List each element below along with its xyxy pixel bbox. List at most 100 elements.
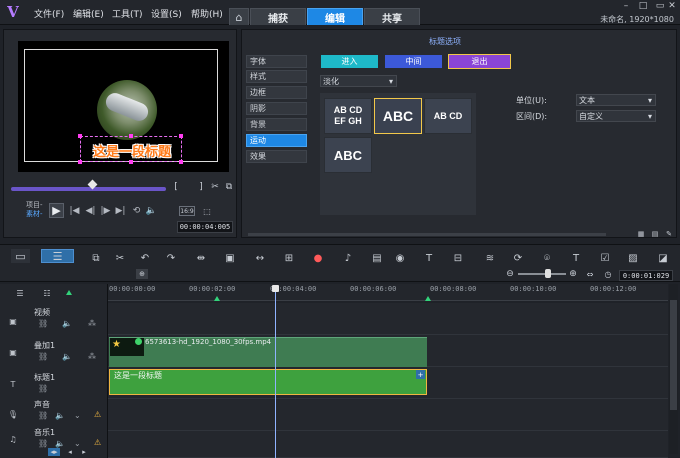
resize-handle[interactable] bbox=[129, 160, 133, 164]
split-icon[interactable]: ✂ bbox=[210, 182, 220, 192]
subtitle-icon[interactable]: ▤ bbox=[368, 250, 386, 266]
unit-select[interactable]: 文本 ▾ bbox=[576, 94, 656, 106]
link-icon[interactable]: ⛓ bbox=[38, 411, 48, 420]
link-icon[interactable]: ⛓ bbox=[38, 439, 48, 448]
expand-icon[interactable]: ⌄ bbox=[74, 439, 81, 448]
volume-icon[interactable]: 🔈 bbox=[55, 439, 65, 448]
overlay-title-text[interactable]: 这是一段标题 bbox=[84, 140, 180, 160]
cue-marker[interactable] bbox=[214, 296, 220, 301]
prev-frame-icon[interactable]: ◀| bbox=[84, 204, 97, 217]
scrollbar-thumb[interactable] bbox=[670, 300, 677, 410]
middle-button[interactable]: 中间 bbox=[385, 55, 442, 68]
panel-edit-icon[interactable]: ✎ bbox=[664, 230, 674, 238]
color-icon[interactable]: ◉ bbox=[391, 250, 409, 266]
preset-tile-selected[interactable]: ABC bbox=[374, 98, 422, 134]
template-icon[interactable]: ◪ bbox=[654, 250, 672, 266]
volume-icon[interactable]: 🔈 bbox=[62, 352, 72, 361]
storyboard-view-icon[interactable]: ▭ bbox=[11, 249, 30, 263]
expand-icon[interactable]: ⌄ bbox=[74, 411, 81, 420]
resize-handle[interactable] bbox=[78, 160, 82, 164]
mask-icon[interactable]: ▨ bbox=[624, 250, 642, 266]
undo-icon[interactable]: ↶ bbox=[136, 250, 154, 266]
cue-marker[interactable] bbox=[425, 296, 431, 301]
maximize-icon[interactable]: □ bbox=[637, 1, 649, 11]
tab-share[interactable]: 共享 bbox=[364, 8, 420, 25]
effect-select[interactable]: 淡化 ▾ bbox=[320, 75, 397, 87]
add-marker-icon[interactable] bbox=[66, 290, 72, 295]
enlarge-icon[interactable]: ⧉ bbox=[224, 182, 234, 192]
option-tab-border[interactable]: 边框 bbox=[246, 86, 307, 99]
resize-handle[interactable] bbox=[78, 134, 82, 138]
grid-icon[interactable]: ⊟ bbox=[449, 250, 467, 266]
panel-list-icon[interactable]: ▤ bbox=[650, 230, 660, 238]
fit-project-icon[interactable]: ⇔ bbox=[585, 269, 595, 279]
check-icon[interactable]: ☑ bbox=[596, 250, 614, 266]
resize-handle[interactable] bbox=[179, 134, 183, 138]
tab-capture[interactable]: 捕获 bbox=[250, 8, 306, 25]
track-row-voice[interactable] bbox=[108, 399, 668, 431]
home-frame-icon[interactable]: |◀ bbox=[68, 204, 81, 217]
menu-settings[interactable]: 设置(S) bbox=[151, 7, 182, 20]
image-icon[interactable]: ▣ bbox=[221, 250, 239, 266]
clip-attribute-icon[interactable]: + bbox=[416, 370, 425, 379]
preset-tile[interactable]: AB CD bbox=[424, 98, 472, 134]
link-icon[interactable]: ⛓ bbox=[38, 384, 48, 393]
preset-tile[interactable]: AB CD EF GH bbox=[324, 98, 372, 134]
add-track-icon[interactable]: ⊕ bbox=[136, 269, 148, 279]
timeline-view-icon[interactable]: ☰ bbox=[41, 249, 74, 263]
option-tab-motion[interactable]: 运动 bbox=[246, 134, 307, 147]
volume-icon[interactable]: 🔈 bbox=[55, 411, 65, 420]
mark-out-icon[interactable]: ] bbox=[196, 182, 206, 192]
timeline-timecode[interactable]: 0:00:01:029 bbox=[619, 270, 673, 281]
menu-help[interactable]: 帮助(H) bbox=[191, 7, 223, 20]
project-mode-label[interactable]: 项目- bbox=[26, 201, 43, 210]
track-row-video[interactable] bbox=[108, 303, 668, 335]
enter-button[interactable]: 进入 bbox=[321, 55, 378, 68]
menu-file[interactable]: 文件(F) bbox=[34, 7, 64, 20]
preview-scrubber[interactable] bbox=[11, 187, 166, 191]
track-scroll-left-icon[interactable]: ◂▸ bbox=[48, 448, 60, 456]
option-tab-background[interactable]: 背景 bbox=[246, 118, 307, 131]
aspect-ratio-button[interactable]: 16:9 bbox=[179, 206, 195, 216]
zoom-out-icon[interactable]: ⊖ bbox=[505, 269, 515, 279]
track-list-icon[interactable]: ☰ bbox=[14, 288, 26, 298]
audio-wave-icon[interactable]: ♪ bbox=[339, 250, 357, 266]
zoom-slider[interactable] bbox=[518, 273, 566, 275]
zoom-slider-knob[interactable] bbox=[545, 269, 551, 278]
home-tab[interactable]: ⌂ bbox=[229, 8, 249, 25]
option-tab-style[interactable]: 样式 bbox=[246, 70, 307, 83]
link-icon[interactable]: ⛓ bbox=[38, 352, 48, 361]
fit-icon[interactable]: ⇹ bbox=[192, 250, 210, 266]
duration-select[interactable]: 自定义 ▾ bbox=[576, 110, 656, 122]
overlay-photo[interactable] bbox=[97, 80, 157, 140]
tab-edit[interactable]: 编辑 bbox=[307, 8, 363, 25]
link-icon[interactable]: ⛓ bbox=[38, 319, 48, 328]
scroll-left-icon[interactable]: ◂ bbox=[66, 448, 74, 456]
resize-handle[interactable] bbox=[179, 160, 183, 164]
menu-tools[interactable]: 工具(T) bbox=[112, 7, 143, 20]
ripple-edit-icon[interactable]: ⁂ bbox=[88, 352, 96, 361]
camera-icon[interactable]: ⌾ bbox=[538, 250, 556, 266]
option-tab-shadow[interactable]: 阴影 bbox=[246, 102, 307, 115]
options-scrollbar[interactable] bbox=[248, 233, 606, 236]
track-manager-icon[interactable]: ⧉ bbox=[87, 250, 105, 266]
next-frame-icon[interactable]: |▶ bbox=[99, 204, 112, 217]
play-button[interactable]: ▶ bbox=[49, 203, 64, 218]
option-tab-font[interactable]: 字体 bbox=[246, 55, 307, 68]
volume-icon[interactable]: 🔈 bbox=[145, 204, 158, 217]
restore-icon[interactable]: ▭ bbox=[654, 1, 666, 11]
preset-tile[interactable]: ABC bbox=[324, 137, 372, 173]
panel-grid-icon[interactable]: ▦ bbox=[636, 230, 646, 238]
crop-icon[interactable]: ⬚ bbox=[200, 206, 214, 216]
mark-in-icon[interactable]: [ bbox=[171, 182, 181, 192]
track-row-music[interactable] bbox=[108, 431, 668, 458]
playhead-handle[interactable] bbox=[272, 285, 279, 292]
redo-icon[interactable]: ↷ bbox=[162, 250, 180, 266]
repeat-icon[interactable]: ⟲ bbox=[130, 204, 143, 217]
option-tab-effect[interactable]: 效果 bbox=[246, 150, 307, 163]
3d-title-icon[interactable]: T bbox=[567, 250, 585, 266]
record-icon[interactable]: ● bbox=[309, 250, 327, 266]
exit-button[interactable]: 退出 bbox=[448, 54, 511, 69]
track-options-icon[interactable]: ☷ bbox=[41, 288, 53, 298]
zoom-in-icon[interactable]: ⊕ bbox=[568, 269, 578, 279]
